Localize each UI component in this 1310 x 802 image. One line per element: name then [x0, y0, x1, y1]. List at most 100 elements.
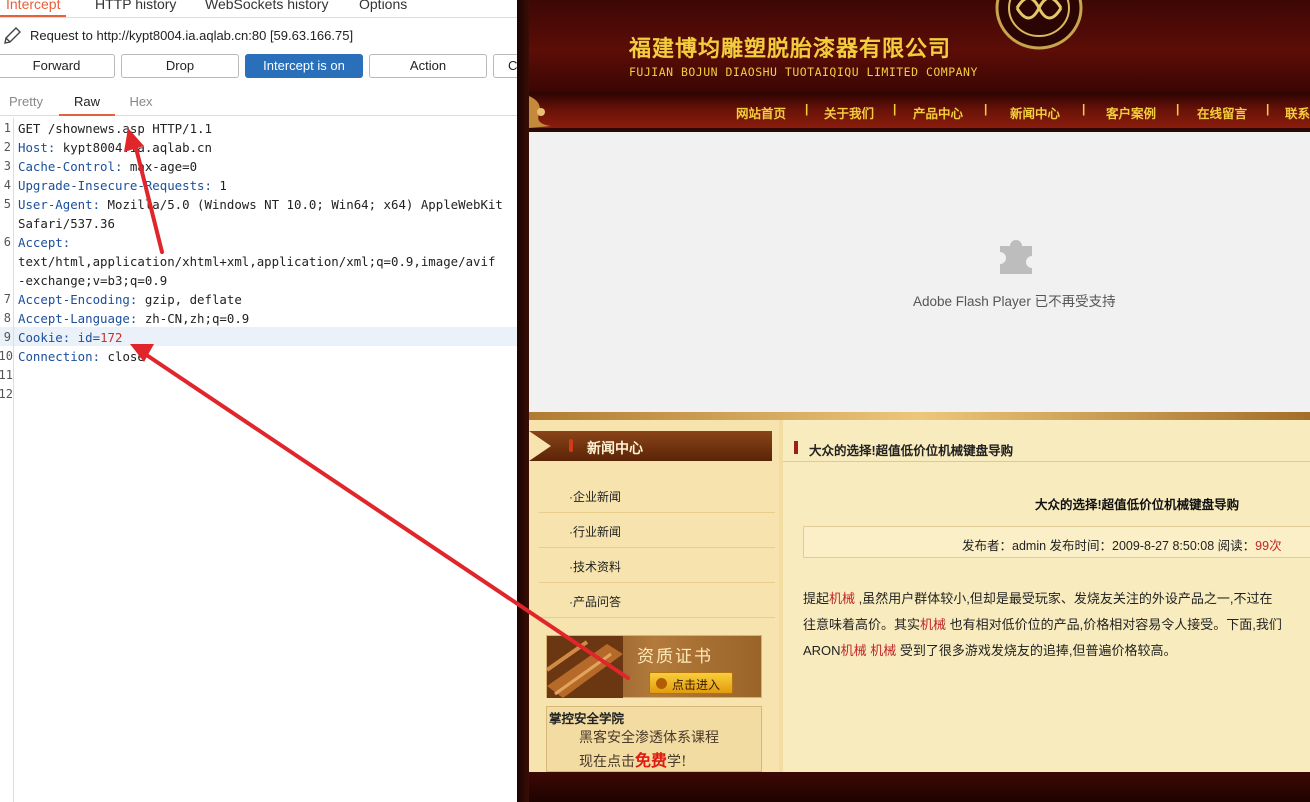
left-sidebar: 新闻中心 ·企业新闻 ·行业新闻 ·技术资料 ·产品问答 资质证书 点击进入 掌…: [529, 420, 779, 772]
header-user-agent-wrap: Safari/537.36: [18, 216, 115, 231]
certificate-banner[interactable]: 资质证书 点击进入: [546, 635, 762, 698]
navbar-ornament-icon: [529, 96, 551, 128]
header-host: Host: kypt8004.ia.aqlab.cn: [18, 140, 212, 155]
line-number: 5: [3, 197, 11, 211]
flash-unsupported-notice: Adobe Flash Player 已不再受支持: [913, 294, 1116, 309]
sidebar-divider: [539, 582, 775, 583]
keyword-link[interactable]: 机械: [829, 591, 855, 606]
article-meta: 发布者：admin 发布时间：2009-8-27 8:50:08 阅读：99次: [962, 535, 1282, 554]
plugin-puzzle-icon: [1000, 240, 1032, 274]
academy-cta: 现在点击免费学!: [579, 747, 687, 771]
paragraph-text: ARON: [803, 643, 841, 658]
drop-button[interactable]: Drop: [121, 54, 239, 78]
article-paragraph: ARON机械 机械 受到了很多游戏发烧友的追捧,但普遍价格较高。: [803, 640, 1176, 659]
company-name-en: FUJIAN BOJUN DIAOSHU TUOTAIQIQU LIMITED …: [629, 65, 978, 79]
request-target-line: Request to http://kypt8004.ia.aqlab.cn:8…: [0, 26, 517, 48]
header-cache-control: Cache-Control: max-age=0: [18, 159, 197, 174]
header-value: close: [100, 349, 145, 364]
header-accept-value-wrap: -exchange;v=b3;q=0.9: [18, 273, 168, 288]
sidebar-header: 新闻中心: [529, 431, 772, 461]
article-paragraph: 往意味着高价。其实机械 也有相对低价位的产品,价格相对容易令人接受。下面,我们: [803, 614, 1282, 633]
intercept-toggle-button[interactable]: Intercept is on: [245, 54, 363, 78]
tab-raw[interactable]: Raw: [59, 88, 115, 116]
raw-request-editor[interactable]: 1 2 3 4 5 6 7 8 9 10 11 12 GET /shownews…: [0, 118, 517, 802]
line-number: 8: [3, 311, 11, 325]
academy-ad-banner[interactable]: 掌控安全学院 黑客安全渗透体系课程 现在点击免费学!: [546, 706, 762, 772]
tab-http-history[interactable]: HTTP history: [95, 0, 176, 12]
header-accept-encoding: Accept-Encoding: gzip, deflate: [18, 292, 242, 307]
nav-home[interactable]: 网站首页: [736, 103, 786, 122]
target-website: 福建博均雕塑脱胎漆器有限公司 FUJIAN BOJUN DIAOSHU TUOT…: [517, 0, 1310, 802]
content-top-border: [529, 412, 1310, 420]
header-connection: Connection: close: [18, 349, 145, 364]
header-name: Accept:: [18, 235, 71, 250]
certificate-title: 资质证书: [637, 647, 713, 666]
header-accept-value: text/html,application/xhtml+xml,applicat…: [18, 254, 496, 269]
sidebar-item-product-faq[interactable]: ·产品问答: [569, 593, 621, 610]
header-value: 1: [211, 178, 227, 193]
header-value: max-age=0: [122, 159, 198, 174]
window-divider: [517, 0, 529, 802]
header-name: Accept-Language:: [18, 311, 138, 326]
sidebar-header-marker: [569, 439, 573, 452]
keyword-link[interactable]: 机械: [920, 617, 946, 632]
wood-carving-image: [547, 636, 623, 698]
keyword-link[interactable]: 机械: [841, 643, 867, 658]
article-panel: 大众的选择!超值低价位机械键盘导购 大众的选择!超值低价位机械键盘导购 发布者：…: [783, 420, 1310, 772]
nav-message[interactable]: 在线留言: [1197, 103, 1247, 122]
nav-contact[interactable]: 联系: [1285, 103, 1310, 122]
tab-hex[interactable]: Hex: [115, 88, 167, 116]
burp-intercept-panel: Intercept HTTP history WebSockets histor…: [0, 0, 517, 802]
article-breadcrumb-title: 大众的选择!超值低价位机械键盘导购: [809, 444, 1014, 458]
line-number: 10: [0, 349, 13, 363]
play-dot-icon: [656, 678, 667, 689]
line-number: 7: [3, 292, 11, 306]
nav-products[interactable]: 产品中心: [913, 103, 963, 122]
enter-button[interactable]: 点击进入: [649, 672, 733, 694]
tab-intercept[interactable]: Intercept: [0, 0, 68, 17]
tab-options[interactable]: Options: [359, 0, 407, 12]
nav-separator: |: [1082, 102, 1086, 116]
line-number: 6: [3, 235, 11, 249]
sidebar-item-company-news[interactable]: ·企业新闻: [569, 488, 621, 505]
article-meta-text: 发布者：admin 发布时间：2009-8-27 8:50:08 阅读：: [962, 539, 1256, 553]
header-upgrade-insecure-requests: Upgrade-Insecure-Requests: 1: [18, 178, 227, 193]
nav-news[interactable]: 新闻中心: [1010, 103, 1060, 122]
request-target-label: Request to http://kypt8004.ia.aqlab.cn:8…: [30, 28, 354, 43]
tab-websockets-history[interactable]: WebSockets history: [205, 0, 328, 12]
header-value: kypt8004.ia.aqlab.cn: [55, 140, 212, 155]
header-name: Connection:: [18, 349, 101, 364]
sidebar-item-tech-docs[interactable]: ·技术资料: [569, 558, 621, 575]
nav-about[interactable]: 关于我们: [824, 103, 874, 122]
open-browser-button[interactable]: C: [493, 54, 517, 78]
article-paragraph: 提起机械 ,虽然用户群体较小,但却是最受玩家、发烧友关注的外设产品之一,不过在: [803, 588, 1272, 607]
line-number: 4: [3, 178, 11, 192]
sidebar-header-arrow-icon: [529, 431, 551, 461]
paragraph-text: ,虽然用户群体较小,但却是最受玩家、发烧友关注的外设产品之一,不过在: [855, 591, 1273, 606]
ornament-crest-icon: [995, 0, 1083, 50]
article-title: 大众的选择!超值低价位机械键盘导购: [1035, 498, 1240, 512]
sidebar-divider: [539, 512, 775, 513]
sidebar-item-industry-news[interactable]: ·行业新闻: [569, 523, 621, 540]
action-button[interactable]: Action: [369, 54, 487, 78]
site-navbar: 网站首页 | 关于我们 | 产品中心 | 新闻中心 | 客户案例 | 在线留言 …: [529, 92, 1310, 128]
forward-button[interactable]: Forward: [0, 54, 115, 78]
header-cookie: Cookie: id=172: [18, 330, 122, 345]
article-header-bar: 大众的选择!超值低价位机械键盘导购: [783, 434, 1310, 462]
header-name: User-Agent:: [18, 197, 101, 212]
header-name: Upgrade-Insecure-Requests:: [18, 178, 212, 193]
header-value: zh-CN,zh;q=0.9: [137, 311, 250, 326]
site-footer-strip: [529, 772, 1310, 802]
article-header-marker: [794, 441, 798, 454]
nav-separator: |: [1266, 102, 1270, 116]
academy-free-highlight: 免费: [635, 751, 668, 770]
article-meta-box: 发布者：admin 发布时间：2009-8-27 8:50:08 阅读：99次: [803, 526, 1310, 558]
keyword-link[interactable]: 机械: [870, 643, 896, 658]
cookie-id-value: 172: [100, 330, 123, 345]
sidebar-divider: [539, 617, 775, 618]
pencil-icon[interactable]: [2, 26, 22, 46]
request-line: GET /shownews.asp HTTP/1.1: [18, 121, 212, 136]
tab-pretty[interactable]: Pretty: [0, 88, 52, 116]
burp-top-tabs: Intercept HTTP history WebSockets histor…: [0, 0, 517, 18]
nav-cases[interactable]: 客户案例: [1106, 103, 1156, 122]
